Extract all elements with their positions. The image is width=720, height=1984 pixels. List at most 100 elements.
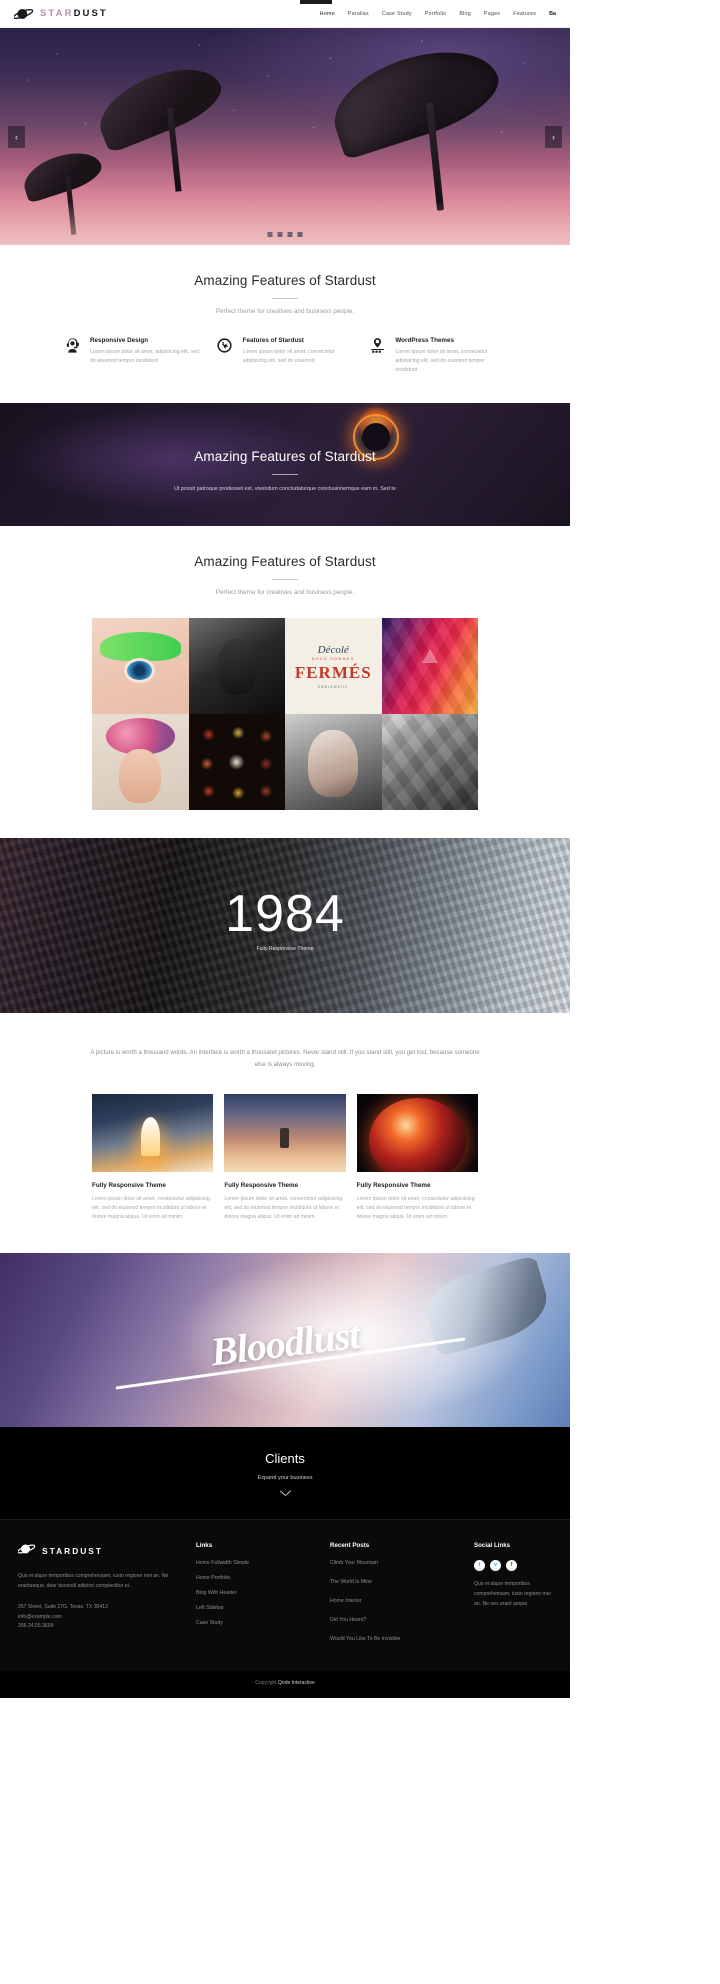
quote-text: A picture is worth a thousand words. An … — [90, 1049, 480, 1069]
nav-item-blog[interactable]: Blog — [459, 11, 471, 17]
cart-icon[interactable]: Ba — [549, 11, 556, 17]
hero-dot-1[interactable] — [267, 232, 273, 237]
nav-item-home[interactable]: Home — [320, 11, 335, 17]
blog-card-title: Fully Responsive Theme — [92, 1181, 166, 1189]
astronaut-desert-image — [224, 1093, 346, 1172]
portfolio-tile-food-grid[interactable] — [188, 714, 285, 811]
feature-features-of-stardust[interactable]: Features of Stardust Lorem ipsum dolor s… — [215, 337, 356, 375]
portfolio-tile-geometric[interactable] — [381, 618, 478, 715]
chevron-down-icon[interactable] — [279, 1490, 292, 1497]
poster-line-4: EMBLEMATIC — [318, 684, 349, 689]
portfolio-tile-fermes-poster[interactable]: Décolé NOUS SOMMES FERMÉS EMBLEMATIC — [285, 618, 382, 715]
footer-post-link[interactable]: Would You Like To Be Invisible — [330, 1636, 460, 1642]
footer-posts-title: Recent Posts — [330, 1541, 370, 1549]
title-divider — [272, 298, 298, 299]
poster-line-1: Décolé — [317, 643, 349, 656]
hero-dot-2[interactable] — [277, 232, 283, 237]
blog-card[interactable]: Fully Responsive Theme Lorem ipsum dolor… — [92, 1093, 214, 1223]
feature-text: Lorem ipsum dolor sit amet, consectetur … — [395, 349, 488, 374]
footer-link[interactable]: Left Sidebar — [196, 1605, 316, 1611]
footer-links-column: Links Home Fullwidth Simple Home Portfol… — [196, 1542, 316, 1655]
vimeo-icon[interactable]: v — [490, 1559, 501, 1571]
footer-link[interactable]: Blog With Header — [196, 1590, 316, 1596]
feature-text: Lorem ipsum dolor sit amet, consectetur … — [242, 349, 335, 365]
portfolio-grid: Décolé NOUS SOMMES FERMÉS EMBLEMATIC — [92, 618, 478, 811]
main-nav: Home Parallax Case Study Portfolio Blog … — [320, 11, 556, 17]
parallax-content: Amazing Features of Stardust Ut possit p… — [0, 403, 570, 494]
parallax-section: Amazing Features of Stardust Ut possit p… — [0, 403, 570, 527]
footer-social-title: Social Links — [474, 1541, 511, 1549]
title-divider — [272, 579, 298, 581]
poster-line-3: FERMÉS — [294, 662, 372, 682]
planet-icon — [17, 1542, 36, 1561]
twitter-icon[interactable]: t — [474, 1559, 485, 1571]
portfolio-section: Amazing Features of Stardust Perfect the… — [0, 526, 570, 838]
footer-link[interactable]: Home Portfolio — [196, 1575, 316, 1581]
site-footer: STARDUST Quo ei atque temporibus compreh… — [0, 1518, 570, 1671]
facebook-icon[interactable]: f — [506, 1559, 517, 1571]
portfolio-tile-black-portrait[interactable] — [188, 618, 285, 715]
triangle-icon — [422, 649, 439, 663]
footer-brand-column: STARDUST Quo ei atque temporibus compreh… — [17, 1542, 182, 1655]
footer-post-link[interactable]: Climb Your Mountain — [330, 1560, 460, 1566]
year-parallax-section: 1984 Fully Responsive Theme — [0, 838, 570, 1014]
year-number: 1984 — [225, 885, 345, 944]
hero-slider[interactable]: ‹ › — [0, 28, 570, 245]
blog-card[interactable]: Fully Responsive Theme Lorem ipsum dolor… — [224, 1093, 346, 1223]
feature-responsive-design[interactable]: Responsive Design Lorem ipsum dolor sit … — [62, 337, 203, 375]
footer-email[interactable]: info@example.com — [18, 1613, 182, 1623]
clients-subtitle: Expand your business — [257, 1474, 313, 1481]
support-agent-icon — [62, 337, 82, 357]
footer-recent-posts-column: Recent Posts Climb Your Mountain The Wor… — [330, 1542, 460, 1655]
blog-card-title: Fully Responsive Theme — [356, 1181, 431, 1189]
nav-item-case-study[interactable]: Case Study — [382, 11, 412, 17]
footer-phone: 356.24.55.3699 — [18, 1623, 54, 1630]
blog-section: A picture is worth a thousand words. An … — [0, 1013, 570, 1252]
hero-next-arrow[interactable]: › — [545, 125, 562, 148]
hero-dot-4[interactable] — [297, 232, 303, 237]
planet-icon — [13, 6, 34, 22]
footer-contact: 257 Street, Suite 27G, Texas, TX 30413 i… — [18, 1603, 182, 1633]
clients-title: Clients — [265, 1450, 305, 1466]
portfolio-tile-beauty-portrait[interactable] — [285, 714, 382, 811]
footer-links-title: Links — [196, 1541, 213, 1549]
parallax-body: Ut possit patroque prodesset est, vivend… — [174, 486, 396, 493]
feature-text: Lorem ipsum dolor sit amet, adipisicing … — [90, 349, 199, 365]
footer-post-link[interactable]: The World Is Mine — [330, 1579, 460, 1585]
footer-logo[interactable]: STARDUST — [17, 1542, 182, 1561]
hero-dot-3[interactable] — [287, 232, 293, 237]
footer-post-link[interactable]: Did You Heard? — [330, 1617, 460, 1623]
footer-link[interactable]: Case Study — [196, 1620, 316, 1626]
rocket-launch-image — [92, 1093, 214, 1172]
portfolio-title: Amazing Features of Stardust — [194, 554, 376, 570]
hero-pagination-dots[interactable] — [267, 232, 303, 237]
footer-link[interactable]: Home Fullwidth Simple — [196, 1560, 316, 1566]
nav-item-features[interactable]: Features — [513, 11, 536, 17]
footer-about-text: Quo ei atque temporibus comprehensam, iu… — [18, 1572, 169, 1589]
bloodlust-parallax-section: Bloodlust — [0, 1252, 570, 1427]
nav-item-portfolio[interactable]: Portfolio — [425, 11, 447, 17]
feature-title: Features of Stardust — [242, 337, 304, 344]
blog-card-text: Lorem ipsum dolor sit amet, consectetur … — [92, 1195, 210, 1221]
features-title: Amazing Features of Stardust — [194, 273, 376, 288]
parallax-title: Amazing Features of Stardust — [194, 449, 376, 465]
features-section: Amazing Features of Stardust Perfect the… — [0, 245, 570, 403]
portfolio-tile-green-eye[interactable] — [92, 618, 189, 715]
footer-wordmark: STARDUST — [42, 1546, 103, 1557]
portfolio-tile-low-poly-deer[interactable] — [381, 714, 478, 811]
portfolio-tile-flower-crown[interactable] — [92, 714, 189, 811]
site-logo[interactable]: STARDUST — [13, 6, 108, 22]
feature-wordpress-themes[interactable]: WordPress Themes Lorem ipsum dolor sit a… — [367, 337, 508, 375]
blog-card[interactable]: Fully Responsive Theme Lorem ipsum dolor… — [356, 1093, 478, 1223]
blog-card-title: Fully Responsive Theme — [224, 1181, 299, 1189]
copyright-brand[interactable]: Qode Interactive — [278, 1680, 315, 1686]
footer-post-link[interactable]: Home Interior — [330, 1598, 460, 1604]
hero-prev-arrow[interactable]: ‹ — [8, 125, 25, 148]
burning-planet-image — [356, 1093, 478, 1172]
feature-title: Responsive Design — [90, 337, 149, 344]
top-tab-marker — [300, 0, 332, 4]
map-pin-icon — [367, 337, 387, 357]
blog-card-text: Lorem ipsum dolor sit amet, consectetur … — [224, 1195, 343, 1221]
nav-item-parallax[interactable]: Parallax — [348, 11, 369, 17]
nav-item-pages[interactable]: Pages — [484, 11, 500, 17]
